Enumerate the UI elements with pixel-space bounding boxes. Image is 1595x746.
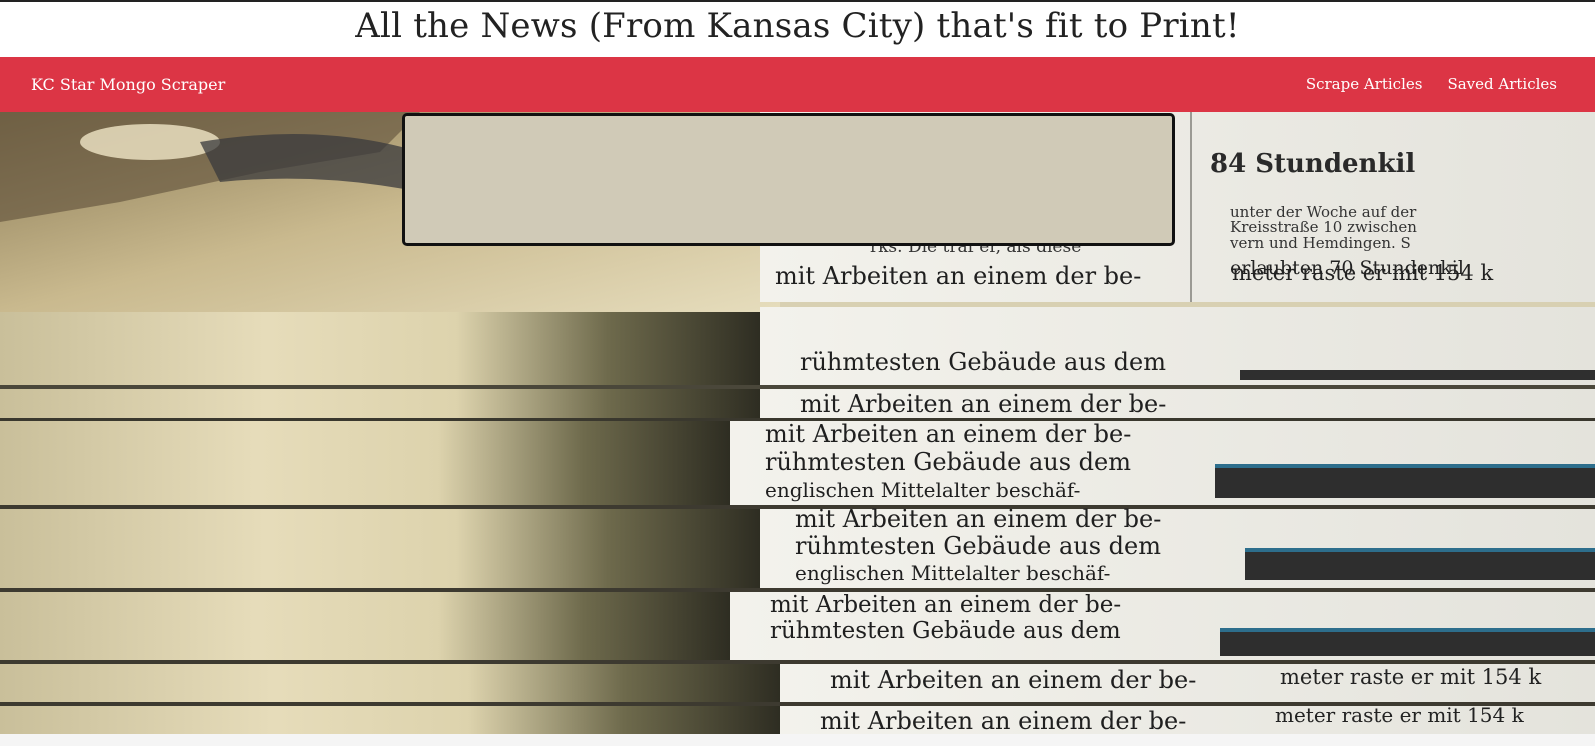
navbar-brand[interactable]: KC Star Mongo Scraper — [31, 57, 225, 112]
paper-line: rühmtesten Gebäude aus dem — [765, 448, 1131, 476]
scrape-articles-link[interactable]: Scrape Articles — [1306, 57, 1423, 112]
paper-line: englischen Mittelalter beschäf- — [795, 561, 1110, 585]
paper-line: englischen Mittelalter beschäf- — [765, 478, 1080, 502]
page-headline: All the News (From Kansas City) that's f… — [355, 6, 1240, 46]
paper-line: mit Arbeiten an einem der be- — [820, 707, 1186, 734]
navbar: KC Star Mongo Scraper Scrape Articles Sa… — [0, 57, 1595, 112]
page: All the News (From Kansas City) that's f… — [0, 0, 1595, 746]
paper-line: mit Arbeiten an einem der be- — [775, 262, 1141, 290]
paper-line: rühmtesten Gebäude aus dem — [800, 348, 1166, 376]
paper-line: mit Arbeiten an einem der be- — [765, 420, 1131, 448]
paper-line: vern und Hemdingen. S — [1229, 234, 1411, 252]
article-container — [402, 113, 1175, 246]
paper-line: mit Arbeiten an einem der be- — [830, 666, 1196, 694]
paper-line: mit Arbeiten an einem der be- — [800, 390, 1166, 418]
paper-line: mit Arbeiten an einem der be- — [795, 505, 1161, 533]
paper-line: mit Arbeiten an einem der be- — [770, 592, 1121, 618]
paper-line: meter raste er mit 154 k — [1280, 665, 1541, 689]
bottom-strip — [0, 734, 1595, 746]
paper-header-text: 84 Stundenkil — [1210, 149, 1415, 179]
paper-line: rühmtesten Gebäude aus dem — [795, 532, 1161, 560]
nav-links: Scrape Articles Saved Articles — [1306, 57, 1557, 112]
paper-line: meter raste er mit 154 k — [1232, 261, 1493, 285]
paper-line: meter raste er mit 154 k — [1275, 703, 1525, 727]
paper-line: rühmtesten Gebäude aus dem — [770, 618, 1121, 644]
saved-articles-link[interactable]: Saved Articles — [1447, 57, 1557, 112]
newspaper-stack: rühmtesten Gebäude aus dem mit Arbeiten … — [0, 307, 1595, 734]
